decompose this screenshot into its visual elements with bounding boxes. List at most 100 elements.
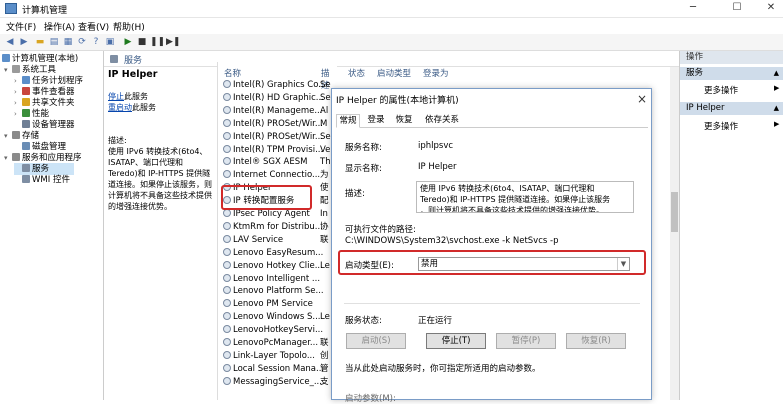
back-icon[interactable]: ◀ <box>4 36 16 48</box>
table-row[interactable]: Link-Layer Topolo... 创 <box>218 350 338 363</box>
tree-item-wmi[interactable]: WMI 控件 <box>14 174 70 186</box>
table-row[interactable]: Intel(R) HD Graphic... Se <box>218 92 338 105</box>
table-row[interactable]: Lenovo EasyResum... <box>218 247 338 260</box>
column-header-startup-type[interactable]: 启动类型 <box>377 67 411 79</box>
tab-logon[interactable]: 登录 <box>364 114 388 128</box>
properties-icon[interactable]: ▣ <box>104 36 116 48</box>
column-header-status[interactable]: 状态 <box>348 67 365 79</box>
chevron-right-icon: ▶ <box>774 120 780 128</box>
ip-helper-more-actions[interactable]: 更多操作 ▶ <box>704 120 779 132</box>
actions-pane: 操作 服务 ▲ 更多操作 ▶ IP Helper ▲ 更多操作 ▶ <box>679 51 783 400</box>
shared-folder-icon <box>22 98 30 106</box>
actions-section-services[interactable]: 服务 ▲ <box>680 67 783 80</box>
tab-recovery[interactable]: 恢复 <box>392 114 416 128</box>
table-row[interactable]: Intel(R) Graphics Co... Se <box>218 79 338 92</box>
forward-icon[interactable]: ▶ <box>18 36 30 48</box>
chevron-right-icon: ▶ <box>774 84 780 92</box>
console-tree-icon[interactable]: ▤ <box>48 36 60 48</box>
column-header-logon[interactable]: 登录为 <box>423 67 449 79</box>
gear-icon <box>22 164 30 172</box>
pause-button[interactable]: 暂停(P) <box>496 333 556 349</box>
service-name-cell: Local Session Mana... <box>233 363 325 374</box>
services-list: 名称 描述 Intel(R) Graphics Co... Se Intel(R) … <box>217 62 337 400</box>
services-scrollbar[interactable] <box>670 67 679 400</box>
services-more-actions[interactable]: 更多操作 ▶ <box>704 84 779 96</box>
service-desc-cell: 管 <box>320 363 329 374</box>
service-desc-cell: Se <box>320 131 331 142</box>
description-box[interactable]: 使用 IPv6 转换技术(6to4、ISATAP、端口代理和 Teredo)和 … <box>416 181 634 213</box>
service-desc-cell: 支 <box>320 376 329 387</box>
stop-service-icon[interactable]: ■ <box>136 36 148 48</box>
service-gear-icon <box>223 376 231 385</box>
table-row[interactable]: Intel(R) PROSet/Wir... Se <box>218 131 338 144</box>
table-row[interactable]: Intel(R) PROSet/Wir... M <box>218 118 338 131</box>
detail-desc-line: 的增强连接优势。 <box>108 202 172 211</box>
stop-button[interactable]: 停止(T) <box>426 333 486 349</box>
event-icon <box>22 87 30 95</box>
service-name-cell: Lenovo Platform Se... <box>233 286 324 297</box>
start-params-label: 启动参数(M): <box>345 394 396 404</box>
folder-icon[interactable]: ▬ <box>34 36 46 48</box>
minimize-button[interactable]: ─ <box>686 2 700 14</box>
service-gear-icon <box>223 144 231 153</box>
device-icon <box>22 120 30 128</box>
resume-button[interactable]: 恢复(R) <box>566 333 626 349</box>
close-button[interactable]: ✕ <box>764 2 778 14</box>
startup-type-select[interactable]: 禁用 ▼ <box>418 257 630 271</box>
service-desc-cell: 联 <box>320 338 329 348</box>
chevron-down-icon[interactable]: ▾ <box>4 130 12 142</box>
service-name-cell: Lenovo EasyResum... <box>233 247 324 258</box>
table-row[interactable]: MessagingService_... 支 <box>218 376 338 389</box>
refresh-icon[interactable]: ⟳ <box>76 36 88 48</box>
service-desc-cell: 创 <box>320 350 329 361</box>
table-row[interactable]: LenovoHotkeyServi... <box>218 324 338 337</box>
computer-icon <box>2 54 10 62</box>
table-row[interactable]: Intel® SGX AESM Th <box>218 156 338 169</box>
start-service-icon[interactable]: ▶ <box>122 36 134 48</box>
column-header-name[interactable]: 名称 <box>224 67 241 79</box>
table-row[interactable]: Intel(R) Manageme... Al <box>218 105 338 118</box>
service-gear-icon <box>223 80 231 88</box>
table-row[interactable]: Lenovo Intelligent ... <box>218 273 338 286</box>
service-gear-icon <box>223 209 231 217</box>
table-row[interactable]: Intel(R) TPM Provisi... Ve <box>218 144 338 157</box>
table-row[interactable]: KtmRm for Distribu... 协 <box>218 221 338 234</box>
table-row[interactable]: LAV Service 联 <box>218 234 338 247</box>
dialog-close-icon[interactable]: × <box>637 92 647 106</box>
chevron-down-icon[interactable]: ▾ <box>4 64 12 76</box>
pause-service-icon[interactable]: ❚❚ <box>150 36 165 48</box>
help-icon[interactable]: ? <box>90 36 102 48</box>
maximize-button[interactable]: ☐ <box>730 2 744 14</box>
export-icon[interactable]: ▦ <box>62 36 74 48</box>
description-line: Teredo)和 IP-HTTPS 提供隧道连接。如果停止该服务 <box>420 195 611 204</box>
chevron-down-icon[interactable]: ▼ <box>617 258 629 270</box>
collapse-icon[interactable]: ▲ <box>774 67 779 80</box>
stop-service-link[interactable]: 停止 <box>108 92 124 101</box>
table-row[interactable]: Lenovo Windows S... Le <box>218 311 338 324</box>
start-button[interactable]: 启动(S) <box>346 333 406 349</box>
table-row[interactable]: LenovoPcManager... 联 <box>218 337 338 350</box>
scrollbar-thumb[interactable] <box>671 192 678 232</box>
table-row[interactable]: Lenovo PM Service <box>218 298 338 311</box>
menu-file[interactable]: 文件(F) <box>6 20 36 33</box>
table-row[interactable]: Lenovo Platform Se... <box>218 285 338 298</box>
collapse-icon[interactable]: ▲ <box>774 102 779 115</box>
divider <box>344 303 640 304</box>
service-name-cell: Intel(R) Graphics Co... <box>233 80 327 90</box>
restart-service-link[interactable]: 重启动 <box>108 103 132 112</box>
tab-general[interactable]: 常规 <box>336 114 360 128</box>
menu-view[interactable]: 查看(V) <box>78 20 109 33</box>
table-row[interactable]: Lenovo Hotkey Clie... Le <box>218 260 338 273</box>
tab-dependencies[interactable]: 依存关系 <box>422 114 462 128</box>
actions-section-ip-helper[interactable]: IP Helper ▲ <box>680 102 783 115</box>
service-name-cell: MessagingService_... <box>233 376 322 387</box>
console-tree: 计算机管理(本地) ▾ 系统工具 › 任务计划程序 › 事件查看器 › 共享文件夹 › 性… <box>0 51 104 400</box>
actions-header: 操作 <box>680 51 783 64</box>
service-gear-icon <box>223 273 231 282</box>
chevron-down-icon[interactable]: ▾ <box>4 152 12 164</box>
table-row[interactable]: Internet Connectio... 为 <box>218 169 338 182</box>
menu-help[interactable]: 帮助(H) <box>113 20 145 33</box>
menu-action[interactable]: 操作(A) <box>44 20 75 33</box>
table-row[interactable]: Local Session Mana... 管 <box>218 363 338 376</box>
restart-service-icon[interactable]: ▶❚ <box>166 36 180 48</box>
